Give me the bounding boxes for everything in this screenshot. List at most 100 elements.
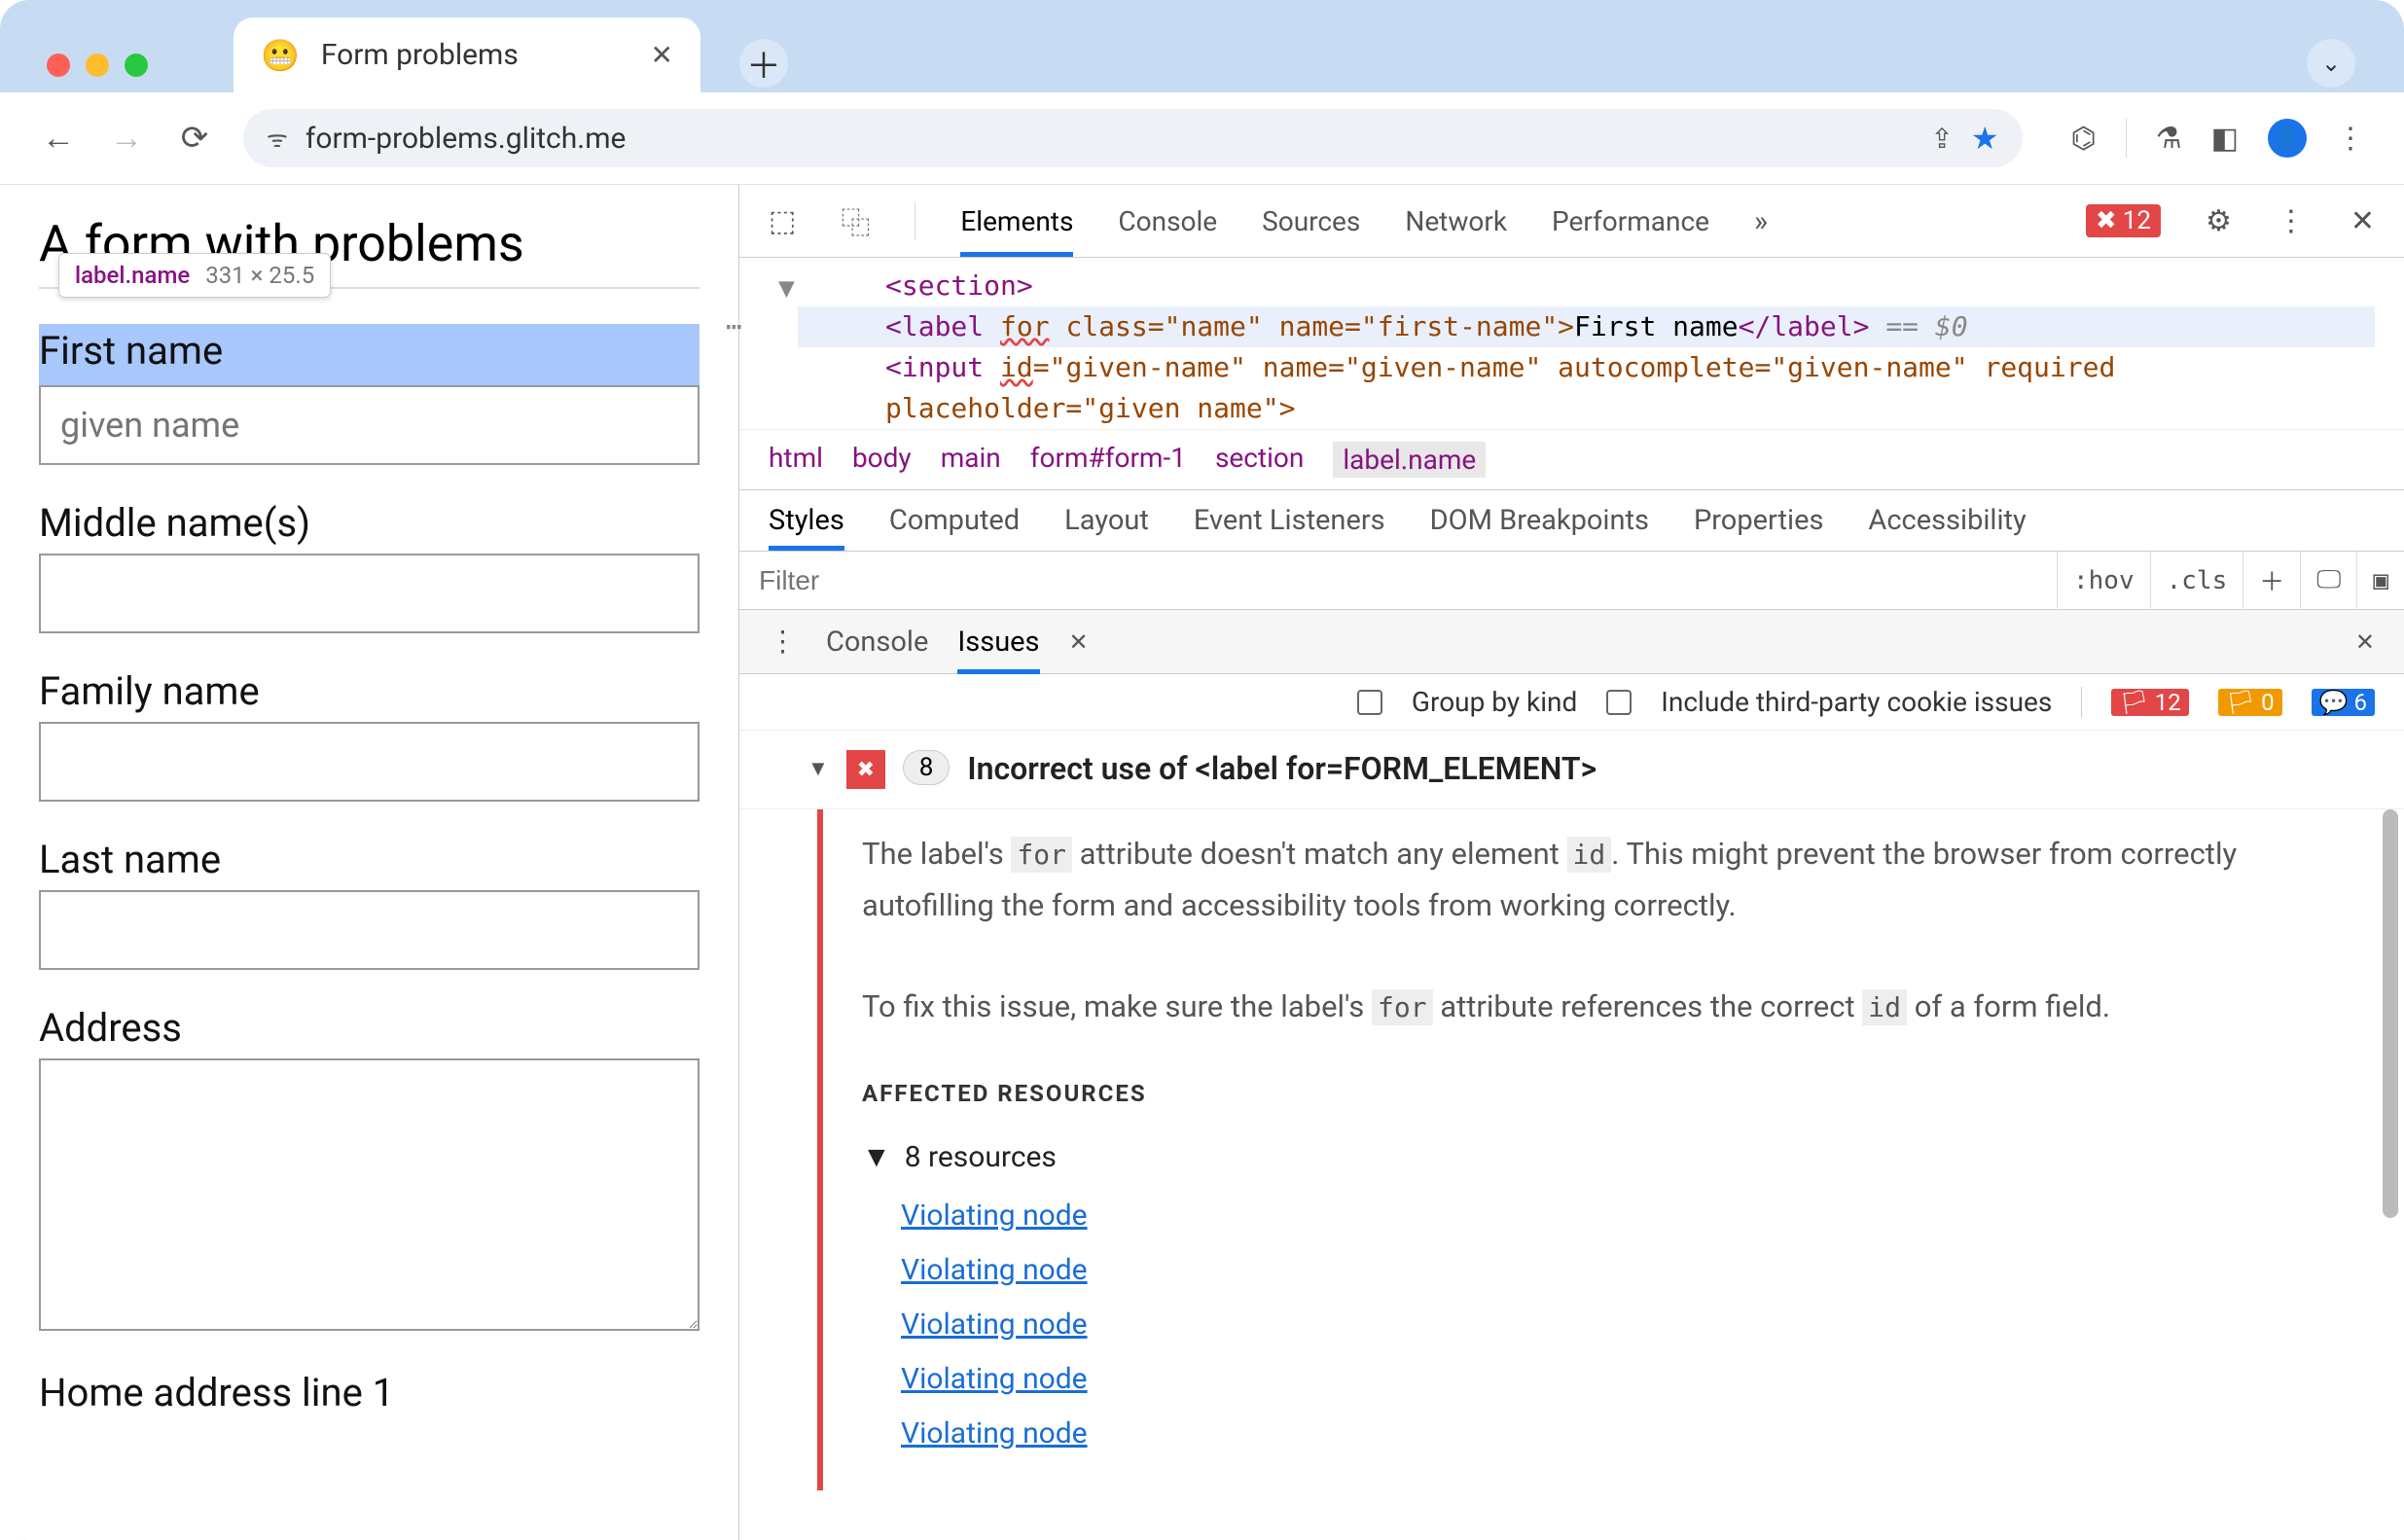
- tab-close-icon[interactable]: ✕: [651, 39, 673, 71]
- violating-node-link[interactable]: Violating node: [901, 1409, 2355, 1459]
- expand-triangle-icon[interactable]: ▼: [778, 268, 795, 308]
- bookmark-star-icon[interactable]: ★: [1971, 120, 1999, 157]
- middle-name-input[interactable]: [39, 554, 700, 633]
- page-viewport: A form with problems label.name 331 × 25…: [0, 185, 739, 1540]
- last-name-label: Last name: [39, 837, 700, 882]
- panel-styles[interactable]: Styles: [769, 504, 844, 537]
- group-by-kind-label: Group by kind: [1412, 686, 1577, 718]
- issue-body: The label's for attribute doesn't match …: [817, 809, 2404, 1490]
- issue-severity-icon: ✖: [846, 750, 885, 789]
- first-name-label: First name: [39, 328, 700, 374]
- resources-count-label: 8 resources: [905, 1132, 1057, 1183]
- device-toolbar-icon[interactable]: ⿻: [841, 199, 870, 242]
- extensions-icon[interactable]: ⌬: [2071, 122, 2097, 156]
- drawer-menu-icon[interactable]: ⋮: [769, 625, 797, 659]
- panel-icon[interactable]: ◧: [2211, 122, 2239, 156]
- panel-accessibility[interactable]: Accessibility: [1868, 504, 2026, 537]
- maximize-window-icon[interactable]: [125, 54, 148, 77]
- share-icon[interactable]: ⇪: [1930, 123, 1953, 155]
- settings-gear-icon[interactable]: ⚙: [2206, 204, 2232, 238]
- address-bar[interactable]: ᯤ form-problems.glitch.me ⇪ ★: [243, 109, 2023, 167]
- third-party-checkbox[interactable]: [1606, 690, 1632, 715]
- last-name-input[interactable]: [39, 890, 700, 970]
- third-party-label: Include third-party cookie issues: [1661, 686, 2052, 718]
- panel-event-listeners[interactable]: Event Listeners: [1194, 504, 1385, 537]
- issues-red-count: 🏳 12: [2111, 689, 2188, 716]
- tab-favicon-icon: 😬: [261, 37, 300, 74]
- panel-dom-breakpoints[interactable]: DOM Breakpoints: [1430, 504, 1649, 537]
- tooltip-selector: label.name: [75, 262, 190, 289]
- family-name-label: Family name: [39, 668, 700, 714]
- drawer-close-icon[interactable]: ✕: [2355, 628, 2375, 656]
- computed-toggle-icon[interactable]: ▣: [2356, 552, 2404, 610]
- panel-computed[interactable]: Computed: [889, 504, 1020, 537]
- profile-avatar-icon[interactable]: 👤: [2268, 119, 2307, 158]
- site-info-icon[interactable]: ᯤ: [267, 123, 288, 155]
- styles-filter-input[interactable]: [739, 565, 2057, 596]
- address-textarea[interactable]: [39, 1058, 700, 1331]
- group-by-kind-checkbox[interactable]: [1357, 690, 1382, 715]
- hov-toggle[interactable]: :hov: [2057, 552, 2150, 610]
- issues-yellow-count: 🏳 0: [2218, 689, 2282, 716]
- tab-network[interactable]: Network: [1405, 205, 1507, 237]
- inspect-element-icon[interactable]: ⬚: [769, 204, 796, 238]
- issues-blue-count: 💬 6: [2312, 689, 2375, 716]
- tab-elements[interactable]: Elements: [960, 205, 1073, 237]
- issue-row[interactable]: ▼ ✖ 8 Incorrect use of <label for=FORM_E…: [739, 731, 2404, 809]
- first-name-input[interactable]: [39, 385, 700, 465]
- crumb-main[interactable]: main: [941, 442, 1001, 478]
- tooltip-dimensions: 331 × 25.5: [205, 262, 314, 289]
- drawer-tab-issues[interactable]: Issues: [957, 626, 1039, 659]
- cls-toggle[interactable]: .cls: [2150, 552, 2243, 610]
- home-address-1-label: Home address line 1: [39, 1370, 700, 1415]
- new-style-rule-icon[interactable]: ＋: [2243, 552, 2300, 610]
- kebab-menu-icon[interactable]: ⋮: [2336, 122, 2365, 156]
- selected-dom-node[interactable]: <label for class="name" name="first-name…: [798, 306, 2375, 347]
- dom-overflow-icon[interactable]: ⋯: [726, 306, 742, 347]
- violating-node-link[interactable]: Violating node: [901, 1354, 2355, 1405]
- scrollbar[interactable]: [2383, 809, 2398, 1218]
- panel-layout[interactable]: Layout: [1064, 504, 1149, 537]
- crumb-label[interactable]: label.name: [1333, 442, 1486, 478]
- issue-count-badge: 8: [903, 750, 951, 785]
- family-name-input[interactable]: [39, 722, 700, 802]
- tab-sources[interactable]: Sources: [1262, 205, 1360, 237]
- tab-console[interactable]: Console: [1118, 205, 1217, 237]
- inspect-tooltip: label.name 331 × 25.5: [58, 253, 331, 298]
- dom-tree[interactable]: ▼ ⋯ <section> <label for class="name" na…: [739, 258, 2404, 429]
- more-tabs-icon[interactable]: »: [1754, 204, 1768, 238]
- devtools-close-icon[interactable]: ✕: [2350, 204, 2375, 238]
- drawer-tab-close-icon[interactable]: ✕: [1069, 628, 1089, 656]
- close-window-icon[interactable]: [47, 54, 70, 77]
- crumb-body[interactable]: body: [852, 442, 912, 478]
- dom-breadcrumb[interactable]: html body main form#form-1 section label…: [739, 429, 2404, 490]
- violating-node-link[interactable]: Violating node: [901, 1245, 2355, 1296]
- devtools-menu-icon[interactable]: ⋮: [2277, 204, 2306, 238]
- error-counter[interactable]: ✖ 12: [2086, 204, 2161, 237]
- flask-icon[interactable]: ⚗: [2156, 122, 2182, 156]
- device-icon[interactable]: 🖵: [2300, 552, 2356, 610]
- toolbar-divider: [2126, 119, 2127, 158]
- back-button[interactable]: ←: [39, 119, 78, 158]
- tab-title: Form problems: [321, 38, 629, 72]
- forward-button[interactable]: →: [107, 119, 146, 158]
- address-label: Address: [39, 1005, 700, 1051]
- tab-search-icon[interactable]: ⌄: [2307, 39, 2355, 88]
- affected-resources-heading: AFFECTED RESOURCES: [862, 1068, 2355, 1119]
- crumb-section[interactable]: section: [1215, 442, 1304, 478]
- crumb-form[interactable]: form#form-1: [1030, 442, 1186, 478]
- resources-expand-icon[interactable]: ▼: [862, 1132, 891, 1183]
- reload-button[interactable]: ⟳: [175, 119, 214, 158]
- window-controls: [47, 54, 148, 77]
- crumb-html[interactable]: html: [769, 442, 823, 478]
- violating-node-link[interactable]: Violating node: [901, 1300, 2355, 1350]
- new-tab-button[interactable]: ＋: [739, 39, 788, 88]
- drawer-tab-console[interactable]: Console: [826, 626, 928, 659]
- issue-expand-icon[interactable]: ▼: [807, 756, 829, 781]
- violating-node-link[interactable]: Violating node: [901, 1191, 2355, 1241]
- panel-properties[interactable]: Properties: [1694, 504, 1823, 537]
- middle-name-label: Middle name(s): [39, 500, 700, 546]
- browser-tab[interactable]: 😬 Form problems ✕: [233, 18, 700, 92]
- tab-performance[interactable]: Performance: [1552, 205, 1709, 237]
- minimize-window-icon[interactable]: [86, 54, 109, 77]
